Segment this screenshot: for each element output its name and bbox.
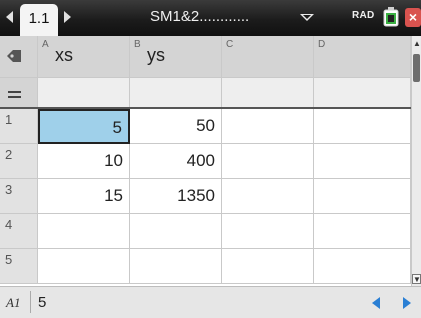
- column-header-a[interactable]: A xs: [38, 36, 130, 78]
- cell-a2[interactable]: 10: [38, 144, 130, 179]
- scroll-up-icon[interactable]: ▲: [413, 39, 421, 48]
- column-name-b: ys: [147, 45, 165, 65]
- cell-d5[interactable]: [314, 249, 411, 284]
- column-letter-b: B: [134, 39, 141, 50]
- scroll-down-icon[interactable]: ▼: [412, 274, 421, 284]
- tab-page[interactable]: 1.1: [20, 4, 58, 36]
- cell-entry-line[interactable]: 5: [38, 294, 46, 311]
- cell-d1[interactable]: [314, 109, 411, 144]
- cell-b4[interactable]: [130, 214, 222, 249]
- dropdown-icon[interactable]: [300, 14, 314, 21]
- battery-icon: [383, 7, 399, 27]
- column-header-c[interactable]: C: [222, 36, 314, 78]
- corner-cell[interactable]: [0, 36, 38, 78]
- cell-d4[interactable]: [314, 214, 411, 249]
- column-name-a: xs: [55, 45, 73, 65]
- formula-cell-a[interactable]: [38, 78, 130, 108]
- nav-right-icon[interactable]: [403, 297, 411, 309]
- cell-reference: A1: [6, 295, 21, 310]
- column-letter-d: D: [318, 39, 326, 50]
- status-bar: A1 5: [0, 286, 421, 318]
- formula-cell-b[interactable]: [130, 78, 222, 108]
- column-letter-c: C: [226, 39, 234, 50]
- tab-label: 1.1: [28, 10, 50, 27]
- cell-b2[interactable]: 400: [130, 144, 222, 179]
- cell-c3[interactable]: [222, 179, 314, 214]
- scroll-thumb[interactable]: [413, 54, 420, 82]
- row-header-1[interactable]: 1: [0, 109, 38, 144]
- close-icon[interactable]: ×: [405, 8, 421, 27]
- cell-a3[interactable]: 15: [38, 179, 130, 214]
- row-header-3[interactable]: 3: [0, 179, 38, 214]
- cell-c4[interactable]: [222, 214, 314, 249]
- row-header-5[interactable]: 5: [0, 249, 38, 284]
- cell-b5[interactable]: [130, 249, 222, 284]
- vertical-scrollbar[interactable]: ▲ ▼: [411, 36, 421, 286]
- cell-a5[interactable]: [38, 249, 130, 284]
- spreadsheet-grid: A xs B ys C D 1 5 50 2 10 400 3 15 1350 4 5: [0, 36, 411, 286]
- column-letter-a: A: [42, 39, 49, 50]
- column-header-d[interactable]: D: [314, 36, 411, 78]
- column-header-b[interactable]: B ys: [130, 36, 222, 78]
- cell-d2[interactable]: [314, 144, 411, 179]
- formula-row-header[interactable]: [0, 78, 38, 108]
- tab-left-arrow-icon[interactable]: [6, 11, 13, 23]
- cell-c1[interactable]: [222, 109, 314, 144]
- top-bar: 1.1 SM1&2............ RAD ×: [0, 0, 421, 36]
- cell-a1[interactable]: 5: [38, 109, 130, 144]
- row-header-4[interactable]: 4: [0, 214, 38, 249]
- angle-mode-label: RAD: [352, 10, 375, 21]
- equals-icon: [8, 91, 21, 101]
- cell-b3[interactable]: 1350: [130, 179, 222, 214]
- cell-d3[interactable]: [314, 179, 411, 214]
- tab-right-arrow-icon[interactable]: [64, 11, 71, 23]
- row-header-2[interactable]: 2: [0, 144, 38, 179]
- cell-b1[interactable]: 50: [130, 109, 222, 144]
- divider: [30, 291, 31, 313]
- corner-icon: [7, 50, 21, 62]
- formula-cell-d[interactable]: [314, 78, 411, 108]
- cell-c2[interactable]: [222, 144, 314, 179]
- formula-cell-c[interactable]: [222, 78, 314, 108]
- cell-a4[interactable]: [38, 214, 130, 249]
- nav-left-icon[interactable]: [372, 297, 380, 309]
- cell-c5[interactable]: [222, 249, 314, 284]
